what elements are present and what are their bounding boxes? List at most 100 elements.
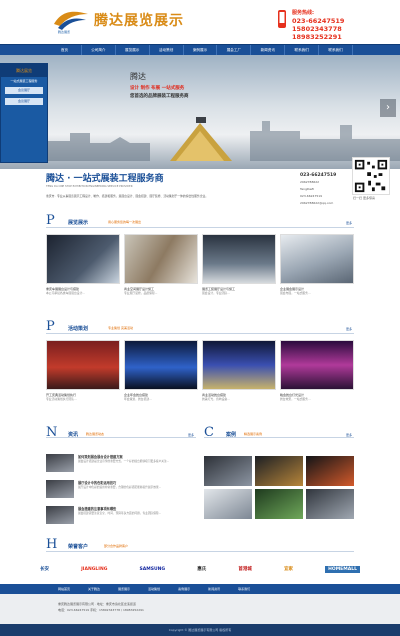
side-panel-title: 腾达展览 <box>1 64 47 77</box>
news-item[interactable]: 展会搭建的注意事项有哪些 展会搭建需要注意安全、时间、预算等多方面的问题，专业团… <box>46 504 194 527</box>
side-panel-tab-1[interactable]: 会议展厅 <box>5 87 43 94</box>
exhibition-item-desc: 专业展厅装修，品质保障... <box>124 291 158 295</box>
client-logo[interactable]: HOMEMALL <box>325 565 360 573</box>
activity-item-desc: 舞美灯光，音响设备... <box>202 397 230 401</box>
news-title: 资讯 <box>68 432 79 438</box>
hotline-phone-2: 15802343778 <box>292 25 342 33</box>
clients-title: 荣誉客户 <box>68 544 89 550</box>
client-logo[interactable]: 惠氏 <box>197 566 206 572</box>
news-thumbnail[interactable] <box>46 506 74 524</box>
exhibition-image[interactable] <box>46 234 120 284</box>
news-item-desc: 展会搭建需要注意安全、时间、预算等多方面的问题，专业团队保障... <box>78 511 162 515</box>
side-panel-tab-2[interactable]: 会议展厅 <box>5 98 43 105</box>
exhibition-item-desc: 展会设计，专业团队... <box>202 291 230 295</box>
contact-qq: 2962788622 <box>300 180 320 184</box>
qr-code-icon <box>352 157 390 195</box>
cases-tag: 精选展示案例 <box>244 432 263 436</box>
contact-tel: 023-66247519 <box>300 194 323 198</box>
footer-nav-item[interactable]: 新闻资讯 <box>208 584 220 594</box>
activity-grid: 开工庆典活动策划执行 专业活动策划执行团队... 企业年会舞台搭建 年会策划，舞… <box>46 340 354 401</box>
cases-section-header: C 案例 精选展示案例 更多 <box>204 425 354 440</box>
copyright-text: Copyright © 腾达展览展示有限公司 版权所有 <box>168 628 232 632</box>
exhibition-tag: 用心服务您的每一次展出 <box>108 220 142 224</box>
logo-text[interactable]: 腾达展览展示 <box>94 10 184 30</box>
exhibition-item-4[interactable]: 企业展会展示设计 展会布展，一站式服务... <box>280 234 354 295</box>
activity-item-4[interactable]: 晚会舞台灯光设计 舞台效果，一站式服务... <box>280 340 354 401</box>
contact-email: 2962788622@qq.com <box>300 201 334 205</box>
case-image[interactable] <box>204 456 252 486</box>
exhibition-item-desc: 展会布展，一站式服务... <box>280 291 311 295</box>
footer-nav-item[interactable]: 联系我们 <box>238 584 250 594</box>
cases-grid <box>204 456 354 519</box>
client-logo[interactable]: 宜家 <box>284 566 293 572</box>
hotline-phone-1: 023-66247519 <box>292 17 345 25</box>
case-image[interactable] <box>306 456 354 486</box>
activity-image[interactable] <box>280 340 354 390</box>
cases-more-link[interactable]: 更多 <box>346 433 352 437</box>
activity-item-1[interactable]: 开工庆典活动策划执行 专业活动策划执行团队... <box>46 340 120 401</box>
activity-image[interactable] <box>124 340 198 390</box>
client-logos: 长安 JIANGLING SAMSUNG 惠氏 首港城 宜家 HOMEMALL <box>40 563 360 575</box>
clients-section-header: H 荣誉客户 部分合作品牌客户 <box>46 537 354 552</box>
activity-tag: 专业策划 完美活动 <box>108 326 133 330</box>
exhibition-image[interactable] <box>124 234 198 284</box>
exhibition-image[interactable] <box>202 234 276 284</box>
news-item[interactable]: 展厅设计中的色彩运用技巧 展厅设计中色彩的运用非常重要，合理的色彩搭配能够提升展… <box>46 478 194 501</box>
main-nav: 首页 公司简介 展览展示 活动策划 案例展示 展会工厂 新闻资讯 联系我们 联系… <box>0 44 400 56</box>
exhibition-item-2[interactable]: 商业空间展厅设计施工 专业展厅装修，品质保障... <box>124 234 198 295</box>
news-more-link[interactable]: 更多 <box>188 433 194 437</box>
contact-block: 023-66247519 2962788622 TengDaZl 023-662… <box>300 172 336 207</box>
exhibition-title: 展览展示 <box>68 220 89 226</box>
banner-next-button[interactable]: › <box>380 99 396 117</box>
footer-nav-item[interactable]: 展览展示 <box>118 584 130 594</box>
exhibition-image[interactable] <box>280 234 354 284</box>
case-image[interactable] <box>255 489 303 519</box>
news-item-desc: 展会设计搭建是企业宣传的重要方式，一个好的展台能够吸引更多客户关注... <box>78 459 170 463</box>
exhibition-grid: 重庆车展展台设计与搭建 本公司承接各类车展展台设计... 商业空间展厅设计施工 … <box>46 234 354 295</box>
news-thumbnail[interactable] <box>46 480 74 498</box>
client-logo[interactable]: JIANGLING <box>81 567 107 572</box>
side-float-panel: 腾达展览 一站式展装工程服务 会议展厅 会议展厅 <box>0 63 48 163</box>
cases-title: 案例 <box>226 432 237 438</box>
exhibition-item-desc: 本公司承接各类车展展台设计... <box>46 291 86 295</box>
activity-image[interactable] <box>202 340 276 390</box>
clients-letter: H <box>46 537 58 552</box>
intro-text: 重庆市 · 专业从事展览展示工程设计、制作、搭建和服务，集展台设计、展会搭建、展… <box>46 194 209 198</box>
exhibition-more-link[interactable]: 更多 <box>346 221 352 225</box>
activity-image[interactable] <box>46 340 120 390</box>
case-image[interactable] <box>204 489 252 519</box>
news-section-header: N 资讯 腾达展览动态 更多 <box>46 425 196 440</box>
activity-more-link[interactable]: 更多 <box>346 327 352 331</box>
hotline-phone-3: 18983252291 <box>292 33 342 41</box>
exhibition-letter: P <box>46 213 55 228</box>
hotline-block: 服务热线: 023-66247519 15802343778 189832522… <box>292 9 344 41</box>
news-list: 如何策划展会展台设计搭建方案 展会设计搭建是企业宣传的重要方式，一个好的展台能够… <box>46 452 194 530</box>
footer-nav-item[interactable]: 活动策划 <box>148 584 160 594</box>
news-thumbnail[interactable] <box>46 454 74 472</box>
footer-nav-item[interactable]: 关于腾达 <box>88 584 100 594</box>
client-logo[interactable]: 首港城 <box>238 566 252 572</box>
footer-nav-item[interactable]: 案例展示 <box>178 584 190 594</box>
cases-letter: C <box>204 425 214 440</box>
news-letter: N <box>46 425 58 440</box>
footer-nav: 网站首页 关于腾达 展览展示 活动策划 案例展示 新闻资讯 联系我们 <box>0 584 400 594</box>
client-logo[interactable]: SAMSUNG <box>140 567 166 572</box>
case-image[interactable] <box>255 456 303 486</box>
phone-icon <box>278 10 286 28</box>
activity-section-header: P 活动策划 专业策划 完美活动 更多 <box>46 319 354 334</box>
footer-info: 重庆腾达展览展示有限公司 · 地址：重庆市渝北区龙溪街道 电话：023-6624… <box>0 594 400 624</box>
client-logo[interactable]: 长安 <box>40 566 49 572</box>
exhibition-item-1[interactable]: 重庆车展展台设计与搭建 本公司承接各类车展展台设计... <box>46 234 120 295</box>
activity-letter: P <box>46 319 55 334</box>
activity-item-2[interactable]: 企业年会舞台搭建 年会策划，舞台搭建... <box>124 340 198 401</box>
logo-icon[interactable] <box>52 8 90 30</box>
case-image[interactable] <box>306 489 354 519</box>
exhibition-item-3[interactable]: 展览工装展厅设计与施工 展会设计，专业团队... <box>202 234 276 295</box>
side-panel-subtitle: 一站式展装工程服务 <box>10 79 38 83</box>
news-item[interactable]: 如何策划展会展台设计搭建方案 展会设计搭建是企业宣传的重要方式，一个好的展台能够… <box>46 452 194 475</box>
footer-nav-item[interactable]: 网站首页 <box>58 584 70 594</box>
activity-item-3[interactable]: 商业活动舞台搭建 舞美灯光，音响设备... <box>202 340 276 401</box>
exhibition-section-header: P 展览展示 用心服务您的每一次展出 更多 <box>46 213 354 228</box>
logo-small-text: 腾达展览 <box>58 30 71 34</box>
banner-line-2: 您首选的品牌展装工程服务商 <box>130 94 189 99</box>
